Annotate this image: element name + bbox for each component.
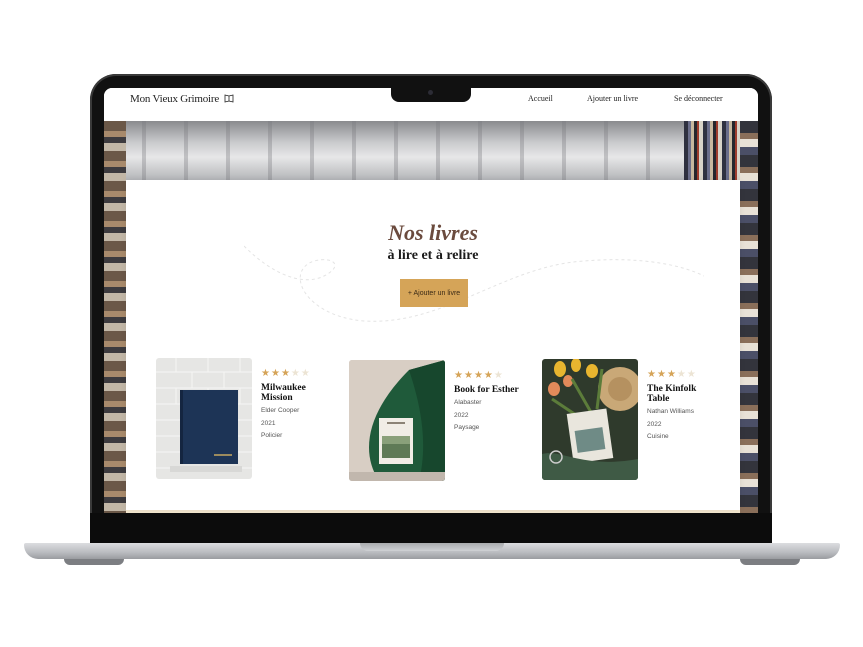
book-author: Nathan Williams (647, 408, 694, 415)
nav-link-accueil[interactable]: Accueil (528, 94, 553, 103)
laptop-bezel (90, 513, 772, 543)
star-icon-empty: ★ (290, 368, 301, 379)
bookshelf-left (104, 121, 126, 513)
book-title: Book for Esther (454, 385, 519, 395)
star-rating: ★★★★★ (647, 369, 717, 381)
book-card[interactable]: ★★★★★ Milwaukee Mission Elder Cooper 202… (156, 358, 326, 482)
book-title: The Kinfolk Table (647, 384, 697, 404)
brand-name: Mon Vieux Grimoire (130, 93, 220, 105)
book-genre: Policier (261, 432, 283, 439)
star-icon-empty: ★ (493, 370, 504, 381)
star-icon-filled: ★ (666, 369, 677, 380)
star-icon-filled: ★ (647, 369, 657, 380)
books-card: Nos livres à lire et à relire + Ajouter … (126, 180, 740, 510)
book-card[interactable]: ★★★★★ The Kinfolk Table Nathan Williams … (542, 359, 712, 483)
laptop-screen: Mon Vieux Grimoire Accueil Ajouter un li… (104, 88, 758, 513)
book-cover[interactable] (349, 360, 445, 481)
book-cover[interactable] (542, 359, 638, 480)
book-info: ★★★★★ Book for Esther Alabaster 2022 Pay… (454, 370, 524, 435)
book-cover-image (542, 359, 638, 480)
book-year: 2022 (454, 411, 469, 419)
book-card[interactable]: ★★★★★ Book for Esther Alabaster 2022 Pay… (349, 360, 519, 484)
star-icon-empty: ★ (300, 368, 311, 379)
book-info: ★★★★★ The Kinfolk Table Nathan Williams … (647, 369, 717, 444)
book-title: Milwaukee Mission (261, 383, 306, 403)
laptop-base-groove (360, 543, 504, 551)
book-cover[interactable] (156, 358, 252, 479)
book-author: Elder Cooper (261, 407, 300, 414)
star-icon-empty: ★ (676, 369, 687, 380)
book-cover-image (349, 360, 445, 481)
star-icon-empty: ★ (686, 369, 697, 380)
page-subtitle: à lire et à relire (387, 248, 479, 263)
camera-icon (428, 90, 433, 95)
book-genre: Paysage (454, 424, 480, 431)
star-rating: ★★★★★ (454, 370, 524, 382)
star-icon-filled: ★ (463, 370, 474, 381)
bookshelf-right (740, 121, 758, 513)
star-rating: ★★★★★ (261, 368, 331, 380)
brand-logo[interactable]: Mon Vieux Grimoire (130, 93, 234, 105)
laptop-foot-left (64, 559, 124, 565)
book-author: Alabaster (454, 399, 482, 406)
book-year: 2022 (647, 420, 662, 428)
page-title: Nos livres (388, 220, 478, 245)
add-book-button[interactable]: + Ajouter un livre (400, 279, 468, 307)
book-year: 2021 (261, 419, 276, 427)
book-cover-image (156, 358, 252, 479)
book-genre: Cuisine (647, 433, 669, 440)
book-info: ★★★★★ Milwaukee Mission Elder Cooper 202… (261, 368, 331, 443)
star-icon-filled: ★ (270, 368, 281, 379)
nav-link-logout[interactable]: Se déconnecter (674, 94, 723, 103)
hero-library-image (104, 121, 758, 181)
star-icon-filled: ★ (473, 370, 484, 381)
laptop-foot-right (740, 559, 800, 565)
star-icon-filled: ★ (454, 370, 464, 381)
star-icon-filled: ★ (280, 368, 291, 379)
open-book-icon (224, 94, 233, 103)
star-icon-filled: ★ (656, 369, 667, 380)
nav-link-add-book[interactable]: Ajouter un livre (587, 94, 638, 103)
star-icon-filled: ★ (483, 370, 494, 381)
star-icon-filled: ★ (261, 368, 271, 379)
